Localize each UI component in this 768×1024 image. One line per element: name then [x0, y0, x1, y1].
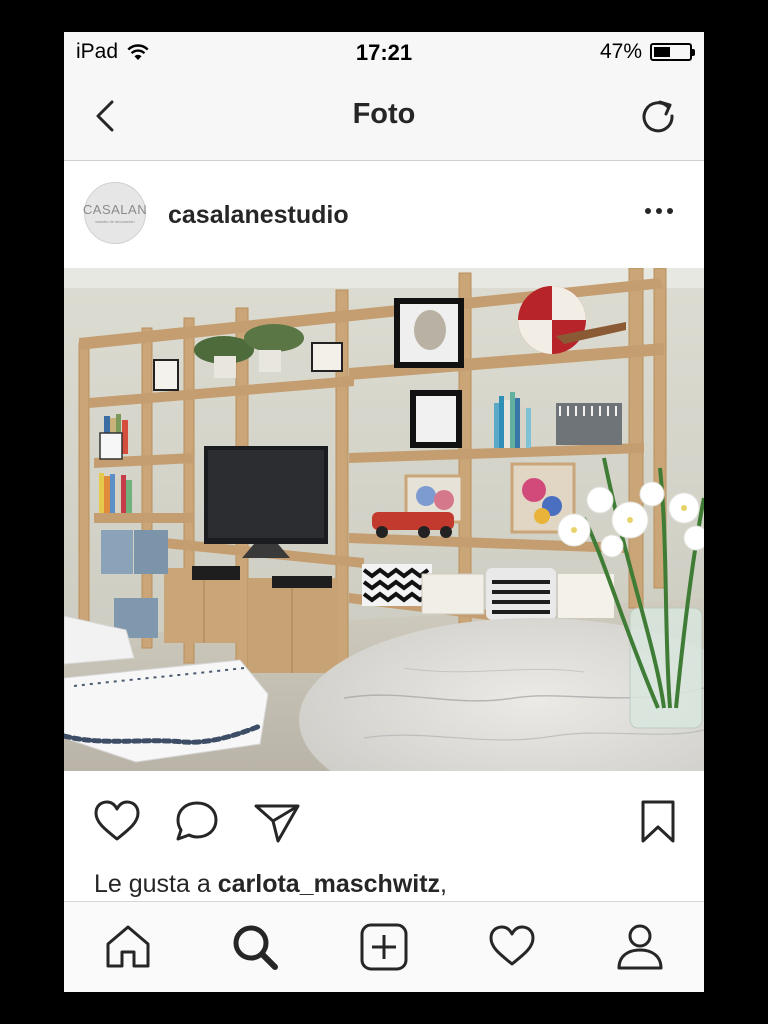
post-photo[interactable] — [64, 268, 704, 771]
post-actions — [64, 771, 704, 871]
avatar[interactable]: CASALAN estudio de decoración — [82, 182, 148, 244]
post-username[interactable]: casalanestudio — [168, 201, 349, 230]
post-header: CASALAN estudio de decoración casalanest… — [64, 161, 704, 267]
photo-illustration — [64, 268, 704, 771]
profile-icon[interactable] — [615, 922, 665, 972]
bookmark-icon[interactable] — [633, 797, 683, 847]
heart-icon[interactable] — [92, 797, 142, 847]
home-icon[interactable] — [103, 922, 153, 972]
more-horizontal-icon[interactable] — [644, 201, 674, 221]
likes-suffix: , — [440, 870, 447, 898]
comment-icon[interactable] — [172, 797, 222, 847]
liker-username[interactable]: carlota_maschwitz — [218, 870, 440, 898]
activity-icon[interactable] — [487, 922, 537, 972]
screen: iPad 17:21 47% Foto CASALAN estudio de d… — [64, 32, 704, 992]
page-title: Foto — [352, 98, 416, 130]
tab-bar — [64, 901, 704, 992]
new-post-icon[interactable] — [359, 922, 409, 972]
battery-fill — [654, 47, 670, 57]
battery-icon — [650, 43, 695, 61]
status-bar: iPad 17:21 47% — [64, 32, 704, 72]
likes-line: Le gusta a carlota_maschwitz, — [94, 870, 447, 899]
avatar-logo-subtext: estudio de decoración — [95, 219, 135, 224]
likes-prefix: Le gusta a — [94, 870, 218, 898]
nav-bar: Foto — [64, 72, 704, 161]
search-icon[interactable] — [230, 922, 280, 972]
refresh-icon[interactable] — [638, 96, 678, 136]
battery-percent: 47% — [599, 40, 642, 63]
avatar-logo-text: CASALAN — [82, 202, 148, 217]
send-icon[interactable] — [252, 797, 302, 847]
